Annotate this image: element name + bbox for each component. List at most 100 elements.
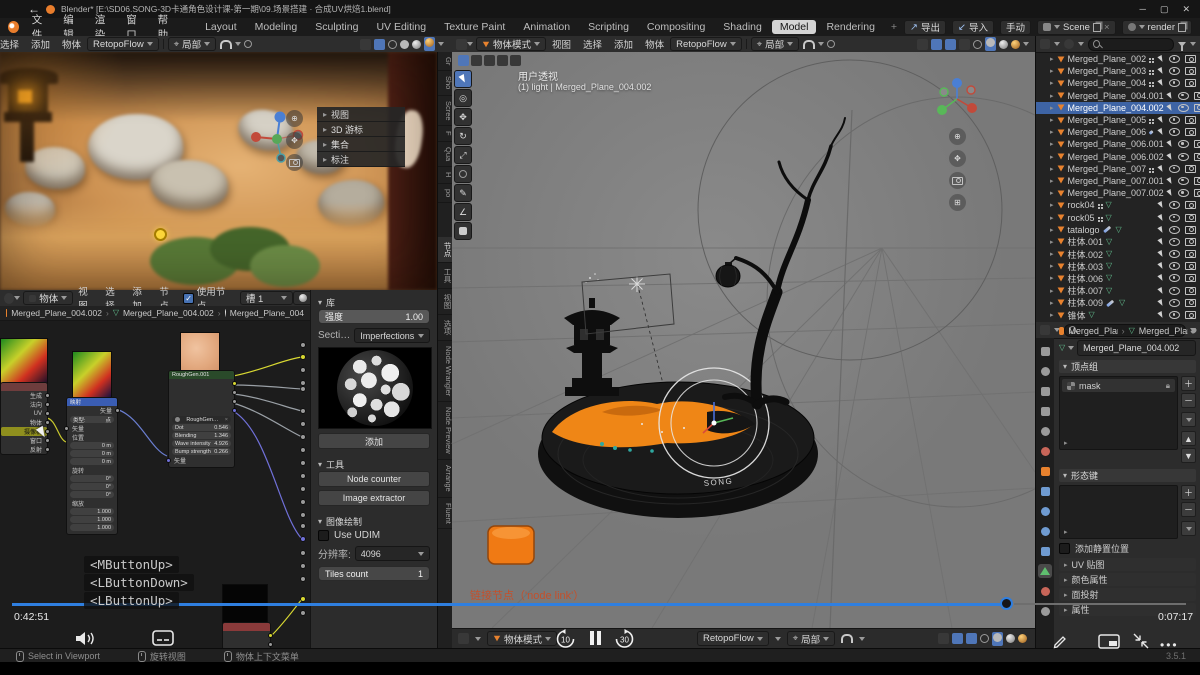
breadcrumb-object[interactable]: Merged_Plane_… — [1068, 326, 1117, 336]
node-header[interactable]: 映射 — [67, 398, 117, 406]
node-output[interactable]: 法向 — [1, 400, 47, 409]
selectable-icon[interactable] — [1157, 214, 1164, 222]
library-panel-header[interactable]: ▾库 — [318, 295, 430, 309]
object-name[interactable]: Merged_Plane_007.001 — [1068, 176, 1164, 186]
shading-solid-button[interactable] — [993, 633, 1002, 642]
pin-icon[interactable] — [1190, 327, 1197, 334]
unlink-scene-icon[interactable]: × — [1104, 22, 1110, 33]
strength-slider[interactable]: 强度1.00 — [318, 309, 430, 324]
object-name[interactable]: 柱体.001 — [1068, 235, 1104, 248]
sidebar-tab[interactable]: Node Preview — [438, 402, 453, 460]
snap-magnet-icon[interactable] — [803, 40, 815, 49]
selectable-icon[interactable] — [1166, 92, 1173, 100]
selectable-icon[interactable] — [1157, 55, 1164, 63]
use-udim-checkbox[interactable] — [318, 530, 329, 541]
expand-icon[interactable]: ▸ — [1050, 226, 1054, 234]
shrink-icon[interactable] — [1132, 632, 1150, 650]
hide-viewport-icon[interactable] — [1169, 67, 1180, 75]
shading-wireframe-button[interactable] — [388, 40, 397, 49]
add-shapekey-button[interactable]: ＋ — [1181, 485, 1196, 500]
selectable-icon[interactable] — [1157, 116, 1164, 124]
editor-type-icon[interactable] — [456, 39, 467, 50]
hide-render-icon[interactable] — [1194, 153, 1200, 161]
scene-selector[interactable]: Scene × — [1037, 20, 1116, 35]
select-subtract-mode[interactable] — [510, 55, 521, 66]
hide-render-icon[interactable] — [1194, 140, 1200, 148]
workspace-tab[interactable]: Animation — [515, 20, 578, 34]
outliner-row[interactable]: ▸ 柱体.006 ▽ — [1036, 272, 1200, 284]
workspace-tab[interactable]: Compositing — [639, 20, 713, 34]
panel-header[interactable]: ▸面投射 — [1059, 588, 1196, 601]
sidebar-tab[interactable]: 选项 — [438, 315, 453, 341]
node-output[interactable]: 物体 — [1, 418, 47, 427]
sidebar-tab[interactable]: Arrange — [438, 460, 453, 498]
maximize-button[interactable]: ▢ — [1160, 4, 1169, 15]
value-field[interactable]: 1.000 — [70, 524, 114, 531]
sidebar-tab[interactable]: 工具 — [438, 263, 453, 289]
hide-render-icon[interactable] — [1185, 55, 1196, 63]
pip-icon[interactable] — [1098, 634, 1120, 649]
annotate-tool[interactable]: ✎ — [454, 184, 472, 202]
value-field[interactable]: 0 m — [70, 458, 114, 465]
outliner-row[interactable]: ▸ 柱体.003 ▽ — [1036, 260, 1200, 272]
visibility-toggle[interactable] — [959, 39, 970, 50]
new-layer-icon[interactable] — [1178, 23, 1186, 32]
xray-toggle[interactable] — [931, 39, 942, 50]
mapping-type-dropdown[interactable]: 类型:点 — [70, 416, 114, 423]
add-button[interactable]: 添加 — [318, 433, 430, 449]
hide-render-icon[interactable] — [1194, 189, 1200, 197]
expand-icon[interactable]: ▸ — [1050, 165, 1054, 173]
value-field[interactable]: 1.000 — [70, 516, 114, 523]
transform-orientation[interactable]: ⌖局部 — [787, 631, 835, 646]
node-header[interactable] — [1, 383, 47, 391]
hide-viewport-icon[interactable] — [1178, 177, 1189, 185]
blender-icon[interactable] — [8, 21, 19, 33]
sidebar-tab[interactable]: Sho — [438, 71, 453, 95]
sidebar-tab[interactable]: Fluent — [438, 498, 453, 530]
mode-selector[interactable]: 物体模式 — [476, 37, 546, 51]
properties-tab[interactable] — [1038, 564, 1052, 578]
workspace-tab[interactable]: Model — [772, 20, 817, 34]
image-extractor-button[interactable]: Image extractor — [318, 490, 430, 506]
use-nodes-checkbox[interactable]: ✓ — [183, 293, 193, 304]
overlay-panel-row[interactable]: ▸标注 — [317, 152, 405, 167]
proportional-edit-icon[interactable] — [244, 40, 252, 48]
search-input[interactable] — [1103, 39, 1169, 50]
expand-icon[interactable]: ▸ — [1050, 299, 1054, 307]
expand-icon[interactable]: ▸ — [1050, 189, 1054, 197]
grid-toggle-icon[interactable]: ⊞ — [949, 194, 966, 211]
transform-orientation[interactable]: ⌖局部 — [168, 37, 216, 51]
lock-icon[interactable]: 🔒︎ — [1166, 381, 1170, 391]
center-3d-viewport[interactable]: SONG ◎ ✥ ↻ — [452, 52, 1035, 628]
sidebar-tab[interactable]: F — [438, 126, 453, 142]
texture-coordinate-node[interactable]: 生成法向UV物体摄像机窗口反射 — [0, 382, 48, 455]
gizmo-toggle[interactable] — [938, 633, 949, 644]
move-tool[interactable]: ✥ — [454, 108, 472, 126]
selectable-icon[interactable] — [1166, 104, 1173, 112]
hide-viewport-icon[interactable] — [1169, 55, 1180, 63]
expand-icon[interactable]: ▸ — [1050, 287, 1054, 295]
shading-material-button[interactable] — [1006, 634, 1015, 643]
hide-render-icon[interactable] — [1185, 79, 1196, 87]
object-name[interactable]: 锥体 — [1068, 309, 1086, 322]
sidebar-tab[interactable]: 节点 — [438, 237, 453, 263]
properties-tab[interactable] — [1038, 444, 1052, 458]
object-name[interactable]: Merged_Plane_003 — [1068, 66, 1147, 76]
properties-tab[interactable] — [1038, 604, 1052, 618]
value-field[interactable]: 0 m — [70, 450, 114, 457]
shading-solid-button[interactable] — [400, 40, 409, 49]
node-counter-button[interactable]: Node counter — [318, 471, 430, 487]
expand-icon[interactable]: ▸ — [1050, 177, 1054, 185]
view-layer-selector[interactable]: render — [1122, 20, 1192, 35]
expand-icon[interactable]: ▸ — [1050, 79, 1054, 87]
overlay-panel-row[interactable]: ▸视图 — [317, 107, 405, 122]
zoom-icon[interactable]: ⊕ — [949, 128, 966, 145]
snap-magnet-icon[interactable] — [220, 40, 232, 49]
mode-selector[interactable]: 物体模式 — [487, 631, 557, 646]
sidebar-tab[interactable]: Gr — [438, 52, 453, 71]
hide-render-icon[interactable] — [1194, 104, 1200, 112]
properties-tab[interactable] — [1038, 504, 1052, 518]
shading-wireframe-button[interactable] — [973, 40, 982, 49]
selectable-icon[interactable] — [1157, 262, 1164, 270]
outliner-row[interactable]: ▸ Merged_Plane_006.001 ▽ — [1036, 138, 1200, 150]
